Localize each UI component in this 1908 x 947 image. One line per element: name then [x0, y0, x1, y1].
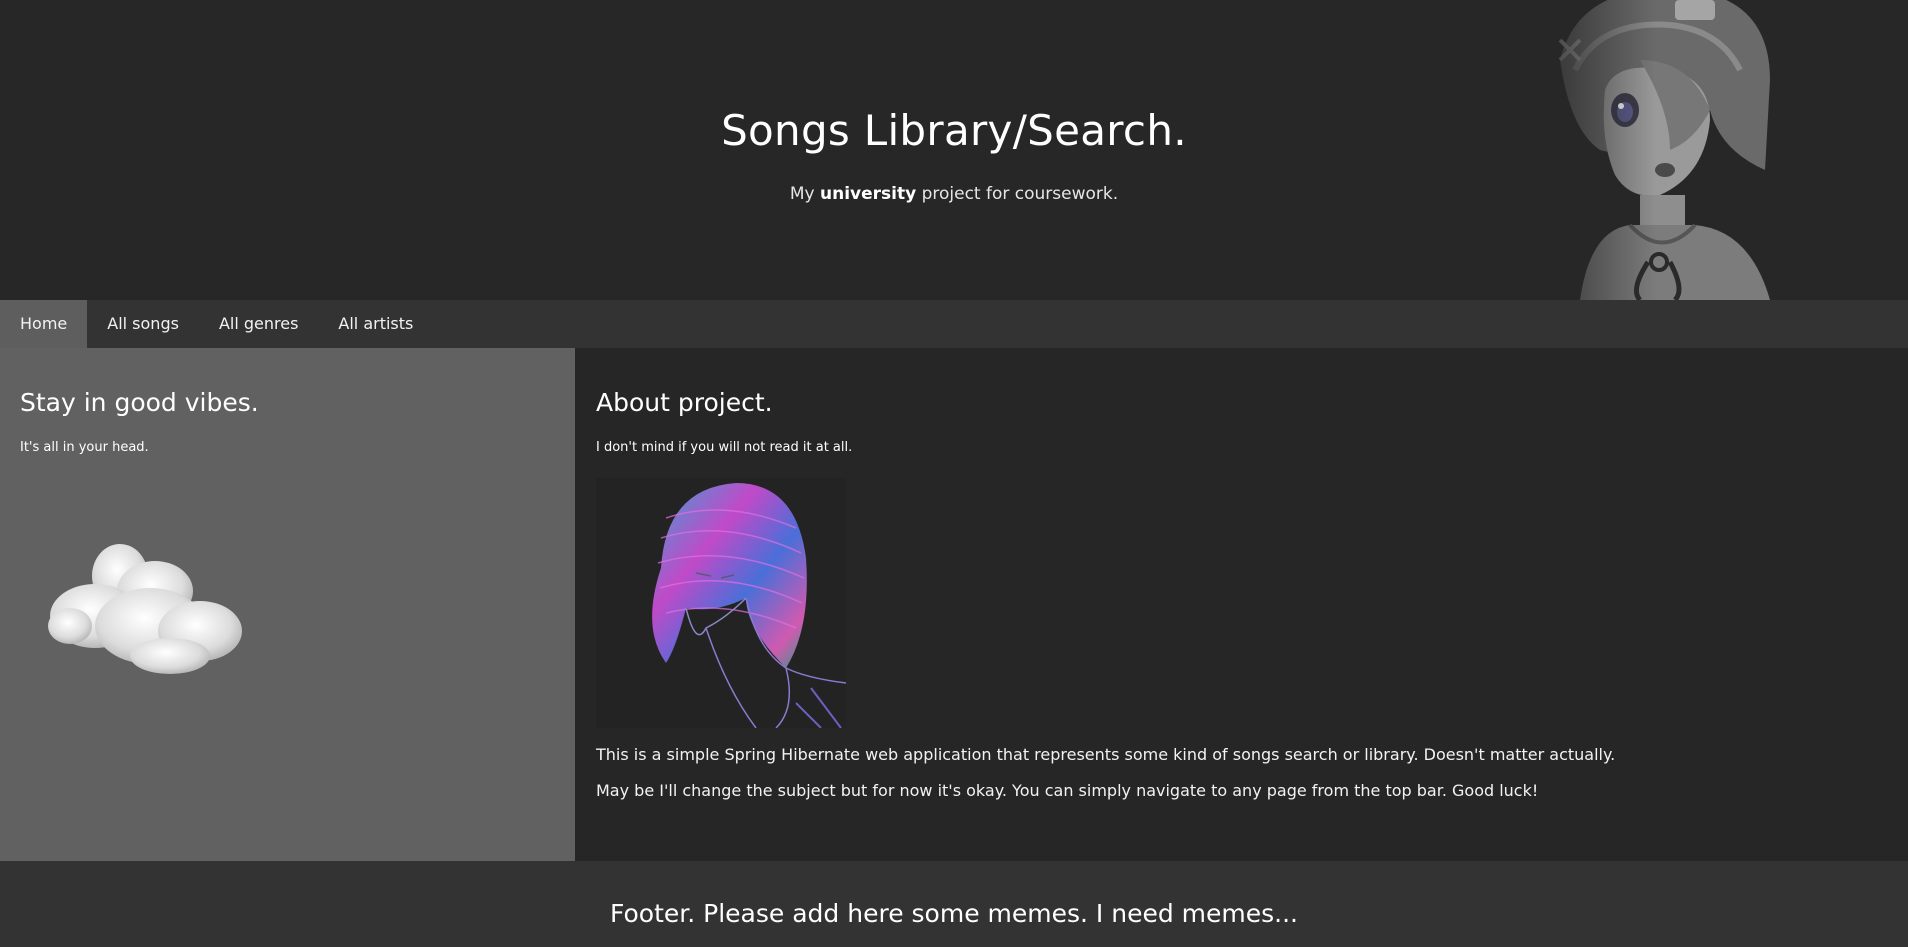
- subtitle-prefix: My: [789, 184, 820, 204]
- main-content: About project. I don't mind if you will …: [575, 348, 1908, 861]
- subtitle-suffix: project for coursework.: [916, 184, 1119, 204]
- sidebar-text: It's all in your head.: [20, 440, 149, 455]
- cloud-image: [48, 544, 242, 674]
- nav-item-home[interactable]: Home: [0, 300, 88, 348]
- nav-item-all-songs[interactable]: All songs: [87, 300, 199, 348]
- glitch-anime-art-image: [596, 478, 846, 728]
- page-title: Songs Library/Search.: [721, 106, 1187, 155]
- about-title: About project.: [596, 388, 773, 417]
- sidebar-panel: Stay in good vibes. It's all in your hea…: [0, 348, 575, 861]
- page-subtitle: My university project for coursework.: [0, 184, 1908, 204]
- sidebar-title: Stay in good vibes.: [20, 388, 259, 417]
- top-navigation-bar: Home All songs All genres All artists: [0, 300, 1908, 348]
- footer-text: Footer. Please add here some memes. I ne…: [610, 899, 1298, 928]
- about-paragraph-1: This is a simple Spring Hibernate web ap…: [596, 745, 1616, 764]
- about-paragraph-2: May be I'll change the subject but for n…: [596, 781, 1539, 800]
- header: Songs Library/Search. My university proj…: [0, 0, 1908, 300]
- subtitle-bold-word: university: [819, 184, 917, 204]
- nav-item-all-genres[interactable]: All genres: [199, 300, 318, 348]
- about-note: I don't mind if you will not read it at …: [596, 440, 853, 455]
- nav-item-all-artists[interactable]: All artists: [318, 300, 433, 348]
- footer: Footer. Please add here some memes. I ne…: [0, 861, 1908, 947]
